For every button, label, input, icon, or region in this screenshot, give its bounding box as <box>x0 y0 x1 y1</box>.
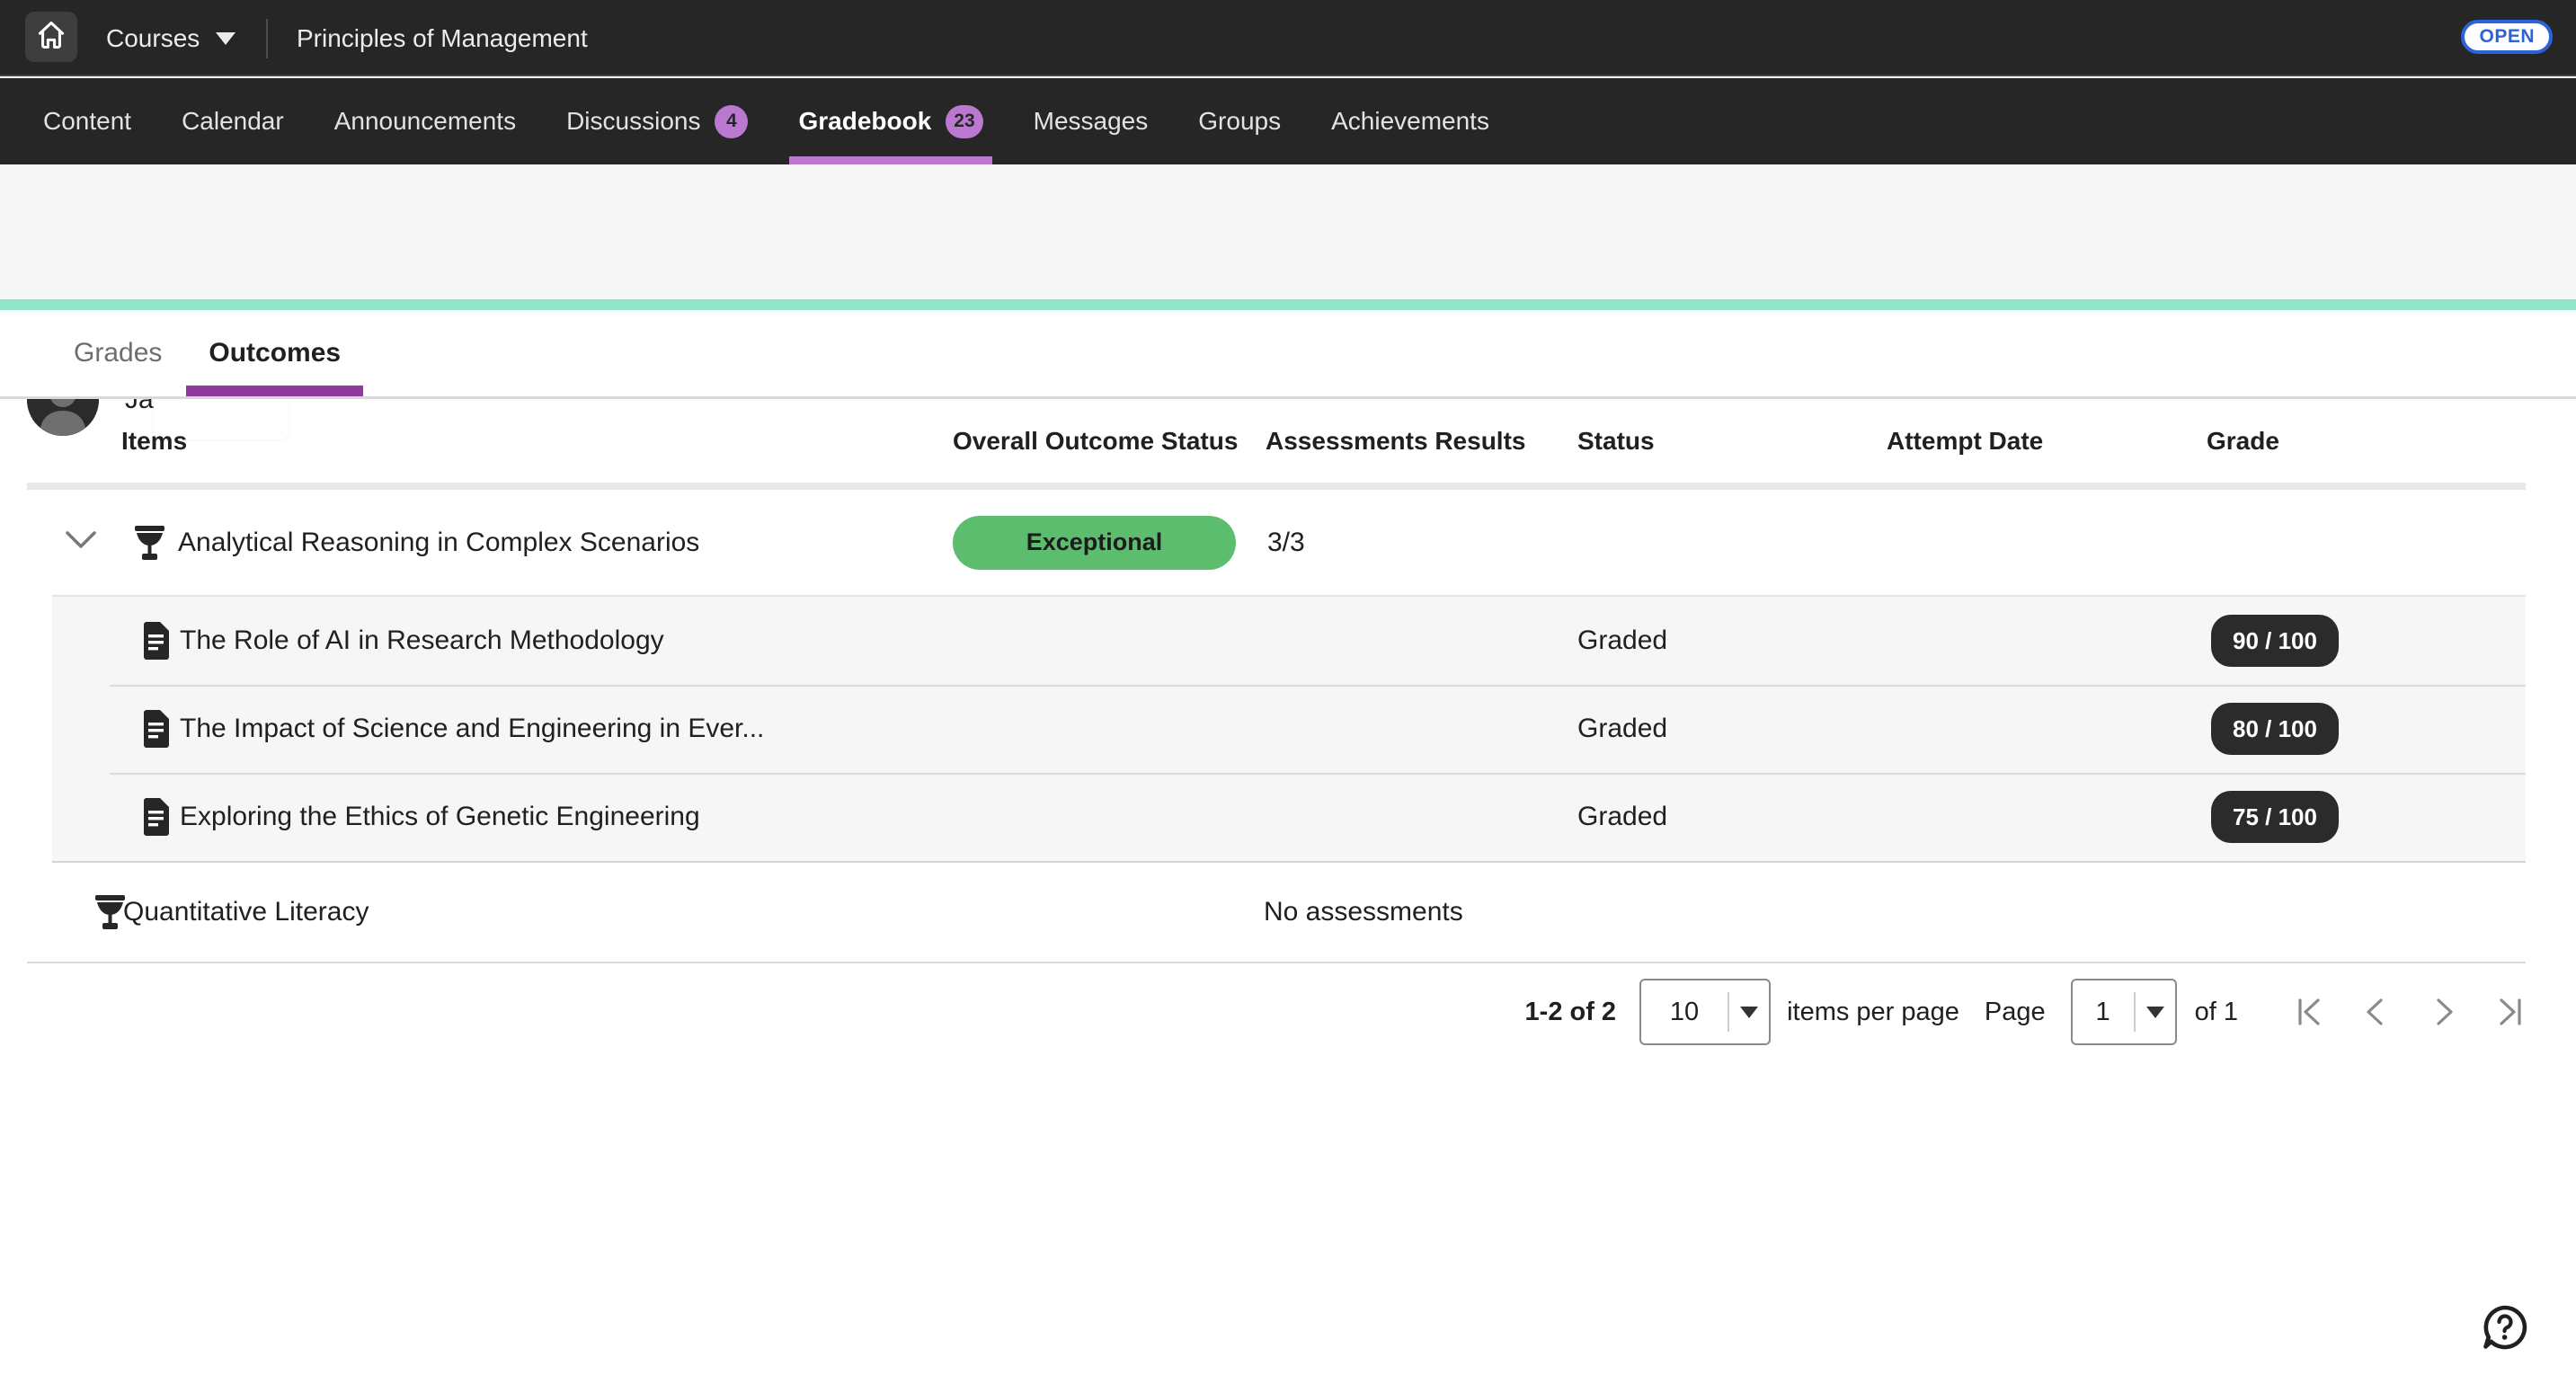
page-total-label: of 1 <box>2195 998 2238 1027</box>
document-icon <box>140 597 171 685</box>
home-icon <box>35 19 67 56</box>
document-icon <box>140 685 171 773</box>
next-page-icon[interactable] <box>2427 996 2459 1028</box>
gradebook-count-badge: 23 <box>946 105 982 138</box>
courses-menu[interactable]: Courses <box>106 0 235 76</box>
grade-pill: 90 / 100 <box>2211 615 2339 667</box>
nav-item-content[interactable]: Content <box>43 78 131 164</box>
gradebook-tabs: Grades Outcomes <box>0 310 2576 399</box>
assessments-results: No assessments <box>1264 863 1463 962</box>
items-per-page-value: 10 <box>1641 998 1728 1027</box>
chevron-down-icon <box>1729 1007 1769 1018</box>
help-button[interactable] <box>2479 1301 2531 1353</box>
nav-item-groups[interactable]: Groups <box>1198 78 1281 164</box>
accent-strip <box>0 299 2576 310</box>
help-icon <box>2479 1342 2531 1357</box>
items-per-page-label: items per page <box>1787 998 1959 1027</box>
nav-item-messages[interactable]: Messages <box>1034 78 1149 164</box>
nav-item-label: Calendar <box>182 107 284 136</box>
assessment-row: The Impact of Science and Engineering in… <box>52 685 2526 773</box>
outcome-row-quantitative-literacy: Quantitative Literacy No assessments <box>27 863 2526 963</box>
tab-label: Outcomes <box>209 338 341 368</box>
outcome-title: Analytical Reasoning in Complex Scenario… <box>178 490 699 595</box>
assessment-row: Exploring the Ethics of Genetic Engineer… <box>52 773 2526 861</box>
assessment-title: The Impact of Science and Engineering in… <box>180 685 764 773</box>
outcome-row-analytical-reasoning: Analytical Reasoning in Complex Scenario… <box>27 490 2526 595</box>
tab-outcomes[interactable]: Outcomes <box>186 310 363 396</box>
first-page-icon[interactable] <box>2294 996 2326 1028</box>
col-header-results: Assessments Results <box>1266 399 1525 483</box>
col-header-attempt-date: Attempt Date <box>1887 399 2043 483</box>
assessment-status: Graded <box>1577 597 1667 685</box>
previous-page-icon[interactable] <box>2360 996 2393 1028</box>
open-badge-label: OPEN <box>2479 26 2535 48</box>
course-nav: Content Calendar Announcements Discussio… <box>0 78 2576 164</box>
grade-pill: 75 / 100 <box>2211 791 2339 843</box>
course-nav-list: Content Calendar Announcements Discussio… <box>0 78 2576 164</box>
page-label: Page <box>1985 998 2046 1027</box>
nav-item-achievements[interactable]: Achievements <box>1331 78 1489 164</box>
student-header: Jax <box>0 164 2576 299</box>
overall-status-pill: Exceptional <box>953 516 1236 570</box>
assessment-title: Exploring the Ethics of Genetic Engineer… <box>180 773 700 861</box>
page-number-value: 1 <box>2073 998 2134 1027</box>
pagination-bar: 1-2 of 2 10 items per page Page 1 of 1 <box>27 978 2526 1046</box>
nav-item-calendar[interactable]: Calendar <box>182 78 284 164</box>
nav-item-label: Gradebook <box>798 107 931 136</box>
nav-item-label: Achievements <box>1331 107 1489 136</box>
table-header-row: Items Overall Outcome Status Assessments… <box>27 399 2526 483</box>
outcomes-table: Items Overall Outcome Status Assessments… <box>27 399 2526 1046</box>
assessment-status: Graded <box>1577 685 1667 773</box>
assessment-status: Graded <box>1577 773 1667 861</box>
nav-item-label: Content <box>43 107 131 136</box>
gradebook-outcomes-page: Courses Principles of Management OPEN Co… <box>0 0 2576 1375</box>
pagination-arrows <box>2294 996 2526 1028</box>
col-header-grade: Grade <box>2207 399 2279 483</box>
top-bar: Courses Principles of Management OPEN <box>0 0 2576 76</box>
nav-item-label: Discussions <box>566 107 700 136</box>
home-button[interactable] <box>25 12 77 62</box>
course-open-badge: OPEN <box>2461 20 2553 54</box>
last-page-icon[interactable] <box>2493 996 2526 1028</box>
nav-item-label: Groups <box>1198 107 1281 136</box>
nav-item-gradebook[interactable]: Gradebook 23 <box>798 78 982 164</box>
page-number-select[interactable]: 1 <box>2071 979 2177 1045</box>
header-separator <box>27 483 2526 490</box>
outcome-goal-icon <box>93 863 127 962</box>
courses-menu-label: Courses <box>106 24 200 53</box>
nav-item-announcements[interactable]: Announcements <box>334 78 516 164</box>
outcome-title: Quantitative Literacy <box>123 863 369 962</box>
course-title: Principles of Management <box>297 0 588 76</box>
nav-item-label: Announcements <box>334 107 516 136</box>
col-header-status: Status <box>1577 399 1655 483</box>
document-icon <box>140 773 171 861</box>
items-per-page-select[interactable]: 10 <box>1639 979 1771 1045</box>
nav-item-discussions[interactable]: Discussions 4 <box>566 78 748 164</box>
topbar-divider <box>266 19 268 58</box>
collapse-row-button[interactable] <box>65 490 97 595</box>
assessments-results: 3/3 <box>1267 490 1305 595</box>
col-header-overall-status: Overall Outcome Status <box>953 399 1238 483</box>
chevron-down-icon <box>65 530 97 554</box>
chevron-down-icon <box>2136 1007 2175 1018</box>
nav-item-label: Messages <box>1034 107 1149 136</box>
tab-grades[interactable]: Grades <box>74 310 162 396</box>
assessments-group: The Role of AI in Research Methodology G… <box>52 595 2526 863</box>
outcome-goal-icon <box>133 490 166 595</box>
tab-label: Grades <box>74 338 162 368</box>
discussions-count-badge: 4 <box>715 105 748 138</box>
pagination-range: 1-2 of 2 <box>1525 998 1617 1027</box>
assessment-row: The Role of AI in Research Methodology G… <box>52 597 2526 685</box>
assessment-title: The Role of AI in Research Methodology <box>180 597 664 685</box>
chevron-down-icon <box>216 32 235 45</box>
grade-pill: 80 / 100 <box>2211 703 2339 755</box>
col-header-items: Items <box>121 399 187 483</box>
